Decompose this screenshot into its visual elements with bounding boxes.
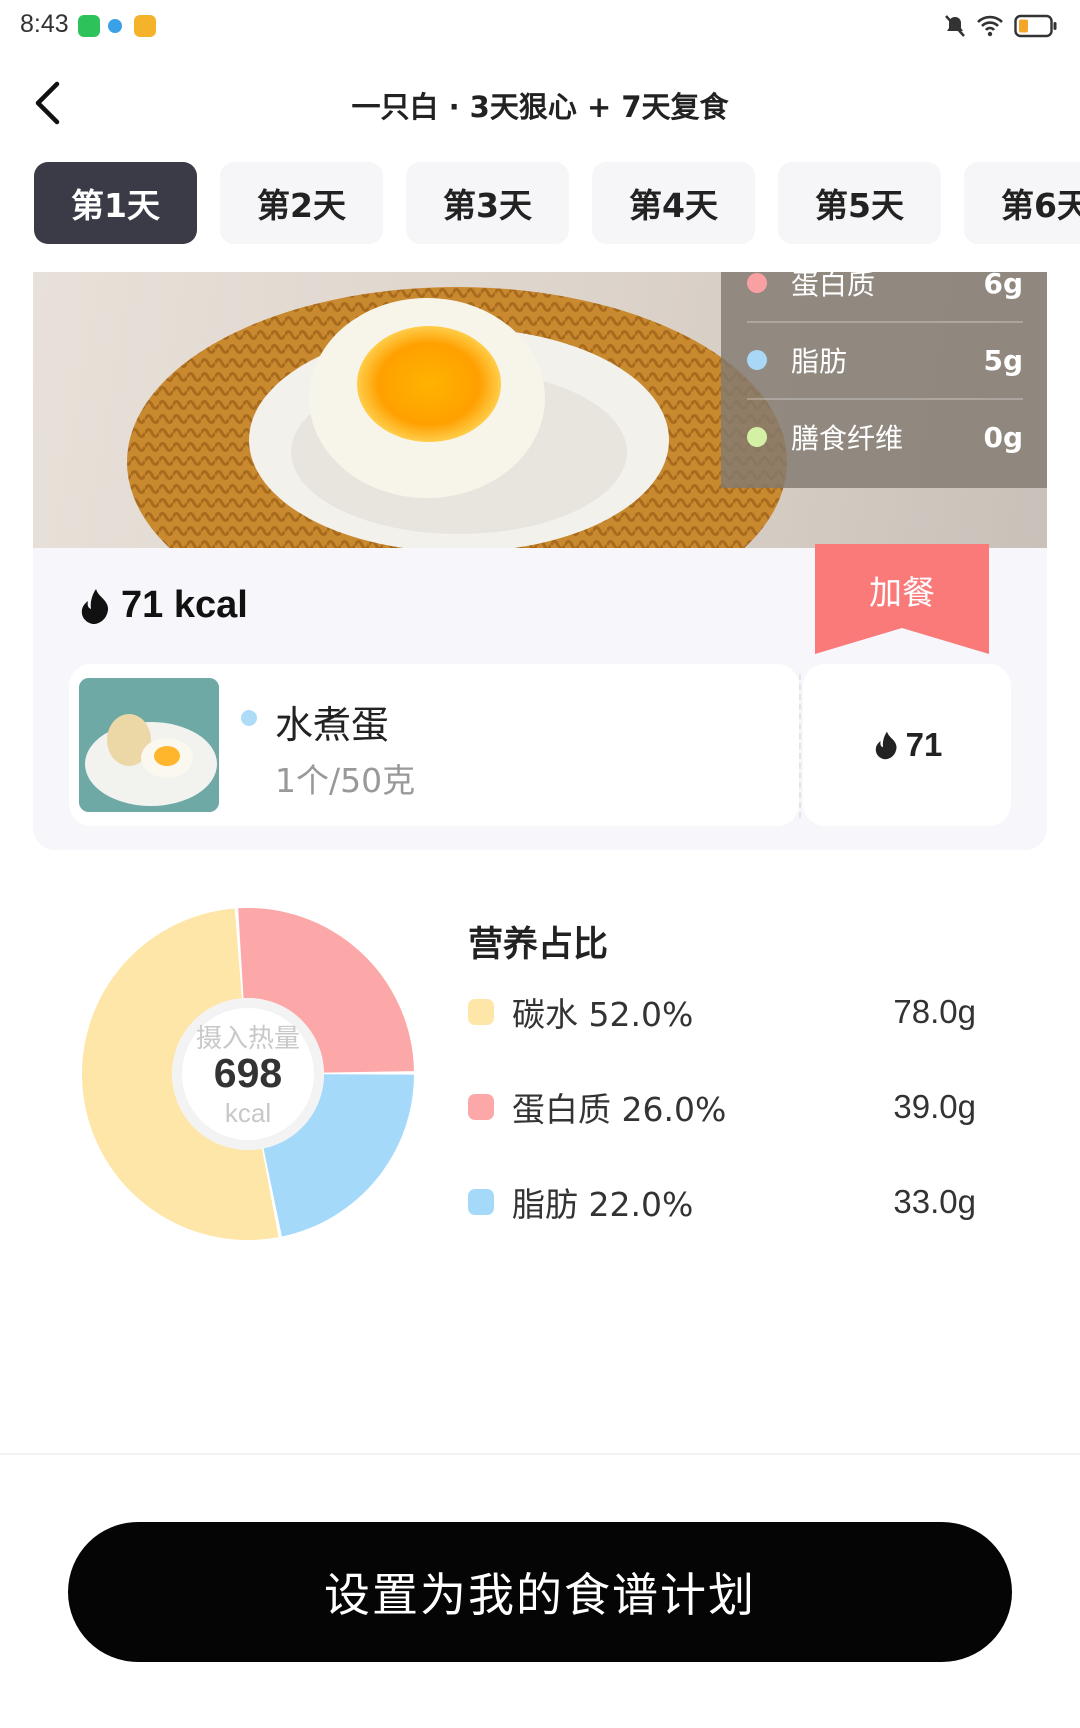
fat-swatch [468,1189,494,1215]
nutrition-overlay: 蛋白质 6g 脂肪 5g 膳食纤维 0g [721,272,1047,488]
carbs-swatch [468,999,494,1025]
food-dot [241,710,257,726]
wifi-icon [977,15,1003,37]
legend-row-fat: 脂肪 22.0% 33.0g [468,1177,976,1227]
nutrition-amount: 0g [983,420,1023,454]
food-kcal-box: 71 [803,664,1011,826]
calorie-donut: 摄入热量 698 kcal [81,908,414,1240]
legend-amount: 39.0g [893,1088,976,1125]
flame-icon [875,731,897,760]
legend-amount: 78.0g [893,993,976,1030]
legend-name: 蛋白质 26.0% [512,1090,727,1129]
egg-thumbnail-image [79,678,219,812]
food-photo: 蛋白质 6g 脂肪 5g 膳食纤维 0g [33,272,1047,548]
meal-calories: 71 kcal [77,584,248,627]
nutrition-name: 脂肪 [791,345,848,378]
legend-amount: 33.0g [893,1183,976,1220]
tab-day-6[interactable]: 第6天 [964,162,1080,244]
weibo-notification-icon [134,15,156,37]
page-title: 一只白 · 3天狠心 + 7天复食 [351,90,729,124]
mute-icon [945,15,965,37]
browser-notification-icon [108,19,122,33]
nutrition-ratio-title: 营养占比 [468,925,609,965]
food-item[interactable]: 水煮蛋 1个/50克 [69,664,799,826]
nutrition-amount: 5g [983,343,1023,377]
legend-row-carbs: 碳水 52.0% 78.0g [468,987,976,1037]
nutrition-row-protein: 蛋白质 6g [747,272,1023,314]
battery-icon [1014,14,1057,38]
set-recipe-plan-button[interactable]: 设置为我的食谱计划 [68,1522,1012,1662]
food-thumbnail [79,678,219,812]
donut-value: 698 [213,1050,283,1096]
nutrition-row-fiber: 膳食纤维 0g [747,406,1023,468]
food-name: 水煮蛋 [275,703,390,747]
status-indicators [944,14,1058,38]
fat-dot [747,350,767,370]
donut-unit: kcal [224,1098,272,1128]
nutrition-name: 蛋白质 [791,272,876,301]
tab-day-2[interactable]: 第2天 [220,162,383,244]
divider [747,321,1023,323]
food-kcal-value: 71 [905,726,943,763]
tab-day-1[interactable]: 第1天 [34,162,197,244]
fiber-dot [747,427,767,447]
meal-card: 71 kcal 加餐 水煮蛋 1个/50克 71 [33,544,1047,850]
wechat-notification-icon [78,15,100,37]
tab-day-4[interactable]: 第4天 [592,162,755,244]
legend-row-protein: 蛋白质 26.0% 39.0g [468,1082,976,1132]
food-portion: 1个/50克 [275,761,416,800]
legend-name: 碳水 52.0% [512,995,694,1034]
day-tabs: 第1天 第2天 第3天 第4天 第5天 第6天 [34,162,1080,244]
header: 一只白 · 3天狠心 + 7天复食 [0,60,1080,144]
nutrition-row-fat: 脂肪 5g [747,329,1023,391]
status-bar: 8:43 [0,0,1080,56]
donut-center: 摄入热量 698 kcal [82,908,414,1240]
meal-type-label: 加餐 [869,573,935,612]
footer-divider [0,1453,1080,1455]
legend-name: 脂肪 22.0% [512,1185,694,1224]
nutrition-name: 膳食纤维 [791,422,904,455]
divider [747,398,1023,400]
nutrition-amount: 6g [983,272,1023,300]
protein-dot [747,273,767,293]
flame-icon [81,588,109,624]
dashed-divider [799,674,801,818]
protein-swatch [468,1094,494,1120]
tab-day-5[interactable]: 第5天 [778,162,941,244]
tab-day-3[interactable]: 第3天 [406,162,569,244]
status-time: 8:43 [20,10,69,38]
meal-kcal-text: 71 kcal [121,584,248,626]
